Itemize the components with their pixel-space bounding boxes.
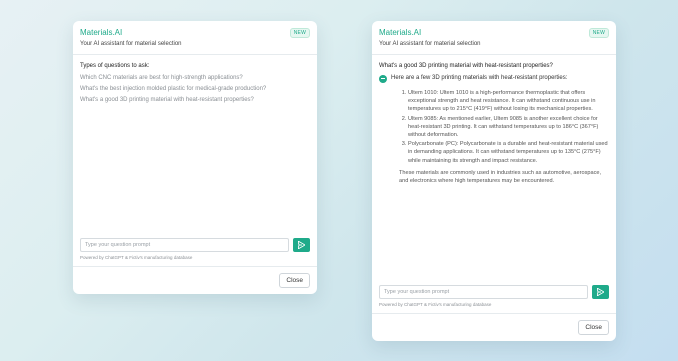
close-button[interactable]: Close <box>279 273 310 288</box>
send-button[interactable] <box>592 285 609 299</box>
brand-subtitle: Your AI assistant for material selection <box>80 41 182 47</box>
panel-footer: Close <box>372 313 616 341</box>
powered-by-text: Powered by ChatGPT & Fictiv's manufactur… <box>379 302 492 307</box>
answer-item: Ultem 1010: Ultem 1010 is a high-perform… <box>408 89 609 114</box>
bot-message: Here are a few 3D printing materials wit… <box>379 75 609 83</box>
powered-by-text: Powered by ChatGPT & Fictiv's manufactur… <box>80 255 193 260</box>
user-question: What's a good 3D printing material with … <box>379 63 553 69</box>
suggested-question[interactable]: Which CNC materials are best for high-st… <box>80 75 310 81</box>
suggested-question[interactable]: What's the best injection molded plastic… <box>80 86 310 92</box>
panel-header: Materials.AI Your AI assistant for mater… <box>73 21 317 55</box>
prompt-row <box>372 285 616 299</box>
send-icon <box>597 288 604 296</box>
suggested-question[interactable]: What's a good 3D printing material with … <box>80 97 310 103</box>
bot-avatar-icon <box>379 75 387 83</box>
panel-header: Materials.AI Your AI assistant for mater… <box>372 21 616 55</box>
new-badge: NEW <box>588 28 609 38</box>
brand-subtitle: Your AI assistant for material selection <box>379 41 481 47</box>
suggestions-area: Types of questions to ask: Which CNC mat… <box>73 55 317 238</box>
brand-title: Materials.AI <box>379 28 422 37</box>
answer-list: Ultem 1010: Ultem 1010 is a high-perform… <box>379 89 609 165</box>
brand-title: Materials.AI <box>80 28 123 37</box>
panel-footer: Close <box>73 266 317 294</box>
suggestions-title: Types of questions to ask: <box>80 63 150 69</box>
chat-panel-answer: Materials.AI Your AI assistant for mater… <box>372 21 616 341</box>
send-icon <box>298 241 305 249</box>
send-button[interactable] <box>293 238 310 252</box>
bot-intro-text: Here are a few 3D printing materials wit… <box>391 75 568 81</box>
answer-summary: These materials are commonly used in ind… <box>399 169 602 185</box>
close-button[interactable]: Close <box>578 320 609 335</box>
answer-item: Ultem 9085: As mentioned earlier, Ultem … <box>408 115 609 140</box>
prompt-row <box>73 238 317 252</box>
answer-item: Polycarbonate (PC): Polycarbonate is a d… <box>408 140 609 165</box>
new-badge: NEW <box>289 28 310 38</box>
question-prompt-input[interactable] <box>379 285 588 299</box>
question-prompt-input[interactable] <box>80 238 289 252</box>
chat-panel-initial: Materials.AI Your AI assistant for mater… <box>73 21 317 294</box>
conversation-area: What's a good 3D printing material with … <box>372 55 616 285</box>
